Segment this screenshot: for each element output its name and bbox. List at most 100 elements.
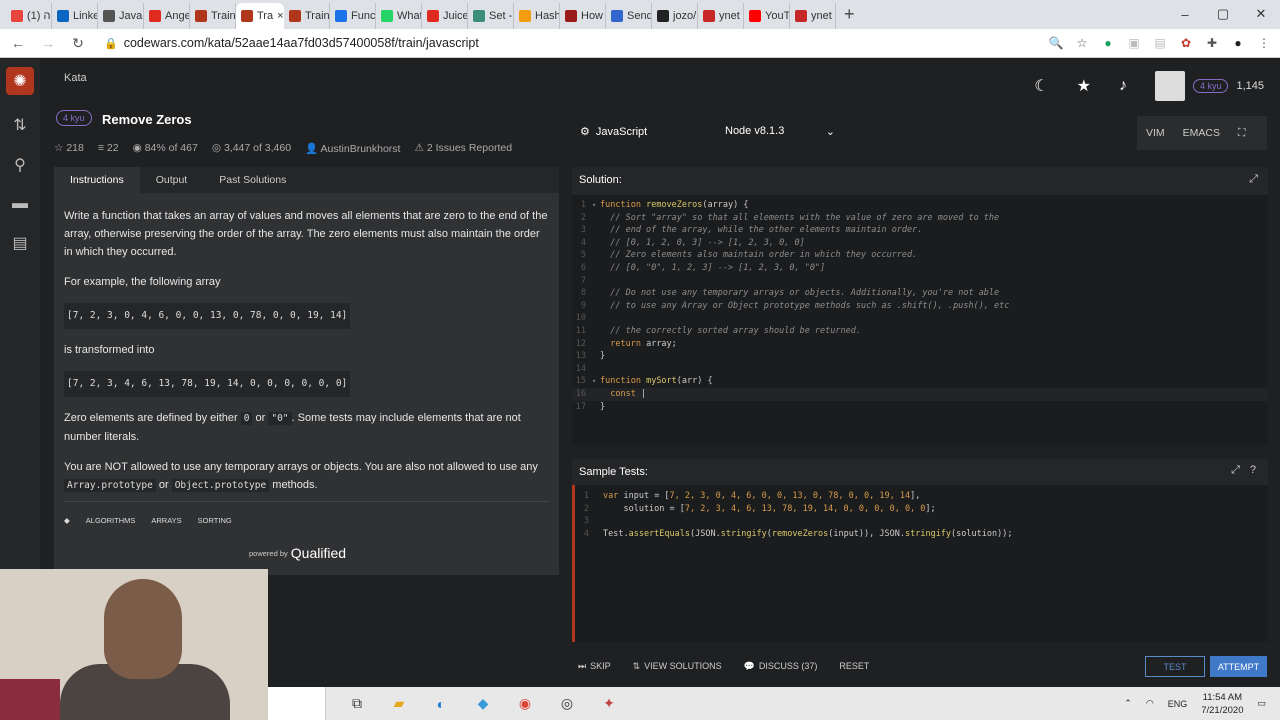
kata-title: Remove Zeros [102, 112, 192, 127]
tab-instructions[interactable]: Instructions [54, 167, 140, 193]
browser-tab[interactable]: How t [560, 3, 606, 29]
language-indicator[interactable]: ENG [1168, 699, 1188, 709]
tab-label: ynet - [719, 10, 744, 22]
bookmark-icon[interactable]: ★ [1077, 76, 1091, 96]
tab-label: Tra [257, 10, 274, 22]
tab-label: JavaSc [119, 10, 143, 22]
chrome-icon[interactable]: ◉ [514, 693, 536, 715]
tray-chevron-icon[interactable]: ⌃ [1124, 698, 1132, 709]
tab-label: Set - [489, 10, 513, 22]
edge-icon[interactable]: ◐ [430, 693, 452, 715]
browser-tab[interactable]: JavaSc [98, 3, 144, 29]
new-tab-button[interactable]: + [844, 4, 855, 25]
language-selector[interactable]: ⚙ JavaScript [580, 125, 647, 139]
solution-label: Solution: [579, 174, 622, 186]
view-solutions-button[interactable]: ⇅ VIEW SOLUTIONS [633, 661, 722, 672]
browser-tab[interactable]: Linkec [52, 3, 98, 29]
reload-icon[interactable]: ↻ [68, 35, 88, 52]
runtime-selector[interactable]: Node v8.1.3 ⌄ [725, 125, 835, 138]
browser-tab[interactable]: Functi [330, 3, 376, 29]
browser-tab[interactable]: (1) כנסוה [6, 3, 52, 29]
browser-tab[interactable]: HashS [514, 3, 560, 29]
solution-editor[interactable]: 1 ▾ function removeZeros(array) { 2 // Sor… [572, 195, 1268, 445]
training-icon[interactable]: ⚲ [14, 155, 26, 175]
site-header: Kata ☾ ★ ♪ 4 kyu 1,145 [40, 59, 1280, 107]
reset-button[interactable]: RESET [839, 661, 869, 671]
leaderboards-icon[interactable]: ▬ [12, 195, 28, 213]
vim-mode-button[interactable]: VIM [1137, 127, 1174, 139]
browser-tab[interactable]: Train: [190, 3, 236, 29]
chrome-menu-icon[interactable]: ⋮ [1256, 35, 1272, 51]
address-bar[interactable]: 🔒 codewars.com/kata/52aae14aa7fd03d57400… [104, 36, 479, 50]
tag[interactable]: ARRAYS [151, 512, 181, 530]
file-explorer-icon[interactable]: ▰ [388, 693, 410, 715]
tab-label: jozo/l [673, 10, 698, 22]
extension-icon[interactable]: ▤ [1152, 35, 1168, 51]
test-button[interactable]: TEST [1145, 656, 1205, 677]
description-paragraph: Write a function that takes an array of … [64, 210, 548, 258]
task-view-icon[interactable]: ⧉ [346, 693, 368, 715]
clock[interactable]: 11:54 AM 7/21/2020 [1201, 691, 1243, 717]
back-icon[interactable]: ← [8, 35, 28, 51]
skip-button[interactable]: ⏭ SKIP [578, 661, 611, 672]
stars-stat[interactable]: ☆ 218 [54, 142, 84, 155]
extension-icon[interactable]: ● [1100, 35, 1116, 51]
practice-icon[interactable]: ⇅ [13, 115, 26, 135]
browser-tab[interactable]: ynet - [790, 3, 836, 29]
tab-label: Send [627, 10, 652, 22]
tab-label: What: [397, 10, 421, 22]
browser-tab[interactable]: Set - [468, 3, 514, 29]
browser-tab-active[interactable]: Tra × [236, 3, 284, 29]
user-rank-badge: 4 kyu [1192, 79, 1229, 93]
maximize-icon[interactable]: ▢ [1204, 0, 1242, 28]
fullscreen-icon[interactable]: ⛶ [1229, 127, 1254, 140]
browser-tab[interactable]: Train: [284, 3, 330, 29]
close-tab-icon[interactable]: × [277, 10, 283, 22]
extension-icon[interactable]: ▣ [1126, 35, 1142, 51]
expand-icon[interactable]: ⤢ [1249, 173, 1258, 186]
network-icon[interactable]: ◠ [1146, 698, 1154, 709]
tab-label: (1) כנסוה [27, 10, 51, 22]
extensions-puzzle-icon[interactable]: ✚ [1204, 35, 1220, 51]
browser-tab[interactable]: ynet - [698, 3, 744, 29]
zoom-icon[interactable]: 🔍 [1048, 35, 1064, 51]
browser-tab[interactable]: Anger [144, 3, 190, 29]
forward-icon[interactable]: → [38, 35, 58, 51]
profile-avatar[interactable]: ● [1230, 35, 1246, 51]
codewars-logo[interactable]: ✺ [6, 67, 34, 95]
notifications-bell-icon[interactable]: ♪ [1119, 77, 1127, 95]
notifications-icon[interactable]: ▭ [1257, 698, 1266, 709]
browser-tab[interactable]: YouTu [744, 3, 790, 29]
app-icon[interactable]: ◎ [556, 693, 578, 715]
discuss-button[interactable]: 💬 DISCUSS (37) [744, 661, 818, 672]
browser-tab[interactable]: Juice [422, 3, 468, 29]
extension-icon[interactable]: ✿ [1178, 35, 1194, 51]
tab-output[interactable]: Output [140, 167, 204, 193]
close-window-icon[interactable]: ✕ [1242, 0, 1280, 28]
user-avatar[interactable] [1154, 71, 1185, 101]
browser-tab[interactable]: What: [376, 3, 422, 29]
bookmark-star-icon[interactable]: ☆ [1074, 35, 1090, 51]
taskbar-search[interactable] [268, 687, 326, 720]
tag[interactable]: SORTING [198, 512, 232, 530]
tab-past-solutions[interactable]: Past Solutions [203, 167, 302, 193]
browser-tab[interactable]: Send [606, 3, 652, 29]
issues-link[interactable]: ⚠ 2 Issues Reported [414, 142, 512, 155]
help-icon[interactable]: ? [1250, 464, 1256, 477]
browser-tab[interactable]: jozo/l [652, 3, 698, 29]
app-icon[interactable]: ◆ [472, 693, 494, 715]
collections-stat[interactable]: ≡ 22 [98, 142, 119, 155]
emacs-mode-button[interactable]: EMACS [1174, 127, 1229, 139]
docs-icon[interactable]: ▤ [12, 233, 27, 253]
app-icon[interactable]: ✦ [598, 693, 620, 715]
attempt-button[interactable]: ATTEMPT [1210, 656, 1267, 677]
expand-icon[interactable]: ⤢ [1231, 464, 1240, 477]
kata-meta: ☆ 218 ≡ 22 ◉ 84% of 467 ◎ 3,447 of 3,460… [54, 142, 512, 155]
dark-mode-moon-icon[interactable]: ☾ [1034, 76, 1048, 96]
tag[interactable]: ALGORITHMS [86, 512, 136, 530]
sample-tests-editor[interactable]: 1 var input = [7, 2, 3, 0, 4, 6, 0, 0, 13… [572, 485, 1268, 642]
minimize-icon[interactable]: – [1166, 0, 1204, 28]
powered-by-qualified[interactable]: powered by Qualified [249, 545, 346, 561]
inline-code: 0 [240, 412, 253, 425]
author-link[interactable]: 👤 AustinBrunkhorst [305, 142, 400, 155]
